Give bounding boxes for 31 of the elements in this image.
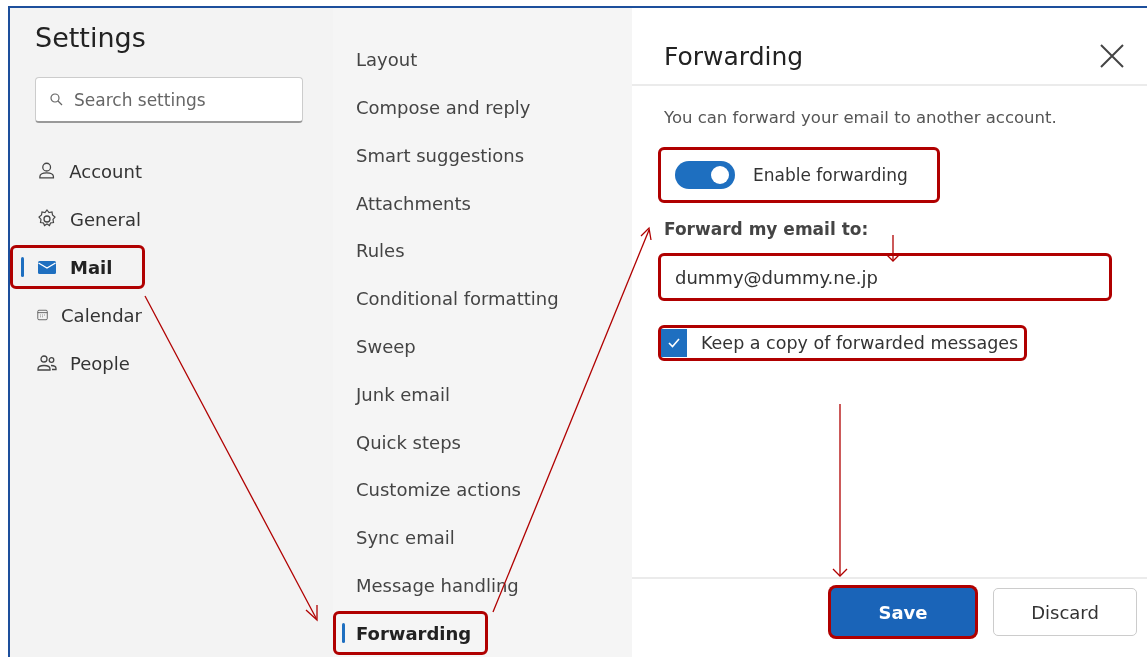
subsection-item[interactable]: Quick steps [333, 420, 478, 464]
subsection-item[interactable]: Smart suggestions [333, 133, 542, 178]
email-input-field[interactable]: dummy@dummy.ne.jp [658, 253, 1112, 301]
settings-title: Settings [35, 22, 147, 53]
field-label: Forward my email to: [664, 219, 870, 239]
checkmark-icon [667, 336, 681, 350]
keep-copy-checkbox[interactable]: Keep a copy of forwarded messages [658, 325, 1028, 361]
subsection-item[interactable]: Attachments [333, 181, 488, 226]
close-button[interactable] [1099, 43, 1125, 69]
nav-item[interactable]: Calendar [10, 293, 145, 337]
subsection-item[interactable]: Customize actions [333, 467, 538, 512]
nav-item[interactable]: Mail [10, 245, 145, 289]
description-text: You can forward your email to another account. [664, 108, 1058, 127]
subsection-item[interactable]: Conditional formatting [333, 276, 576, 321]
enable-forwarding-toggle[interactable]: Enable forwarding [658, 147, 940, 203]
subsection-item[interactable]: Compose and reply [333, 85, 548, 130]
nav-item[interactable]: General [10, 197, 145, 241]
subsection-item[interactable]: Layout [333, 38, 435, 82]
subsection-item[interactable]: Sync email [333, 515, 472, 560]
subsection-item[interactable]: Rules [333, 229, 422, 273]
subsection-item[interactable]: Junk email [333, 372, 467, 417]
subsection-item[interactable]: Forwarding [333, 611, 489, 655]
panel-title: Forwarding [664, 41, 804, 71]
discard-button[interactable]: Discard [993, 588, 1137, 636]
search-field[interactable]: Search settings [35, 77, 303, 123]
nav-item[interactable]: People [10, 341, 145, 385]
annotation-arrow [885, 234, 901, 262]
people-icon [36, 352, 58, 374]
nav-item[interactable]: Account [10, 149, 145, 193]
save-button[interactable]: Save [831, 588, 975, 636]
subsection-item[interactable]: Sweep [333, 324, 433, 369]
